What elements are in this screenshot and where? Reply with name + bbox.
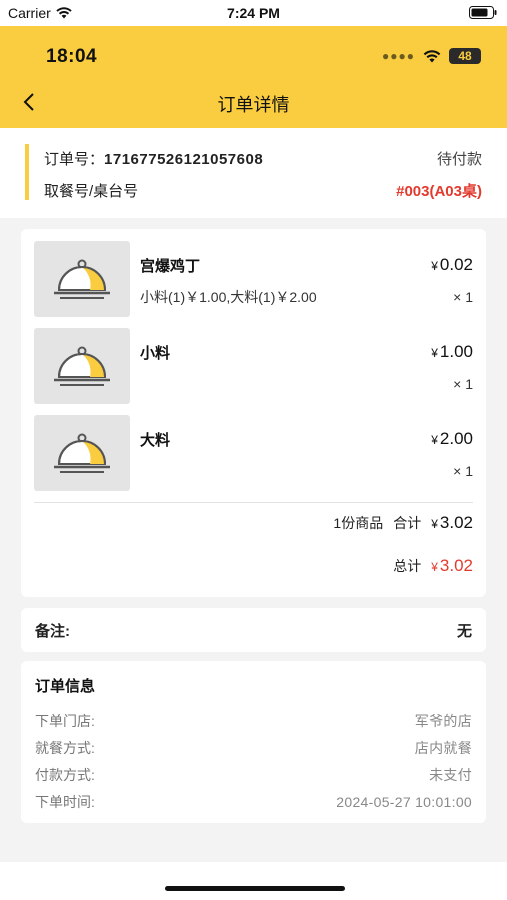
item-quantity: × 1 [453, 376, 473, 392]
food-cloche-icon [54, 433, 110, 473]
info-row-dining-mode: 就餐方式: 店内就餐 [35, 735, 472, 762]
home-indicator[interactable] [165, 886, 345, 891]
dish-thumbnail [34, 415, 130, 491]
subtotal-label: 合计 [393, 515, 422, 531]
info-row-order-time: 下单时间: 2024-05-27 10:01:00 [35, 789, 472, 816]
item-name: 大料 [140, 432, 171, 449]
total-label: 总计 [393, 558, 422, 574]
order-item: 宫爆鸡丁 小料(1)￥1.00,大料(1)￥2.00 ¥0.02 × 1 [34, 241, 473, 319]
item-name: 宫爆鸡丁 [140, 258, 201, 275]
item-options: 小料(1)￥1.00,大料(1)￥2.00 [140, 289, 317, 305]
bottom-bar [0, 862, 507, 900]
app-header: 18:04 ●●●● 48 订单详情 [0, 26, 507, 128]
remark-value: 无 [456, 622, 472, 640]
order-items-card: 宫爆鸡丁 小料(1)￥1.00,大料(1)￥2.00 ¥0.02 × 1 小料 … [21, 229, 486, 597]
inner-status-time: 18:04 [46, 46, 98, 67]
order-item: 小料 ¥1.00 × 1 [34, 328, 473, 406]
battery-icon [469, 6, 497, 22]
inner-status-icons: ●●●● 48 [382, 48, 481, 64]
divider [34, 502, 473, 503]
dish-thumbnail [34, 328, 130, 404]
info-value: 2024-05-27 10:01:00 [336, 794, 472, 810]
order-number-label: 订单号： [44, 151, 105, 168]
item-price: ¥0.02 [431, 255, 473, 274]
food-cloche-icon [54, 259, 110, 299]
item-price: ¥2.00 [431, 429, 473, 448]
table-number-value: #003(A03桌) [396, 183, 482, 200]
order-info-title: 订单信息 [35, 678, 96, 695]
subtotal-row: 1份商品 合计 ¥3.02 [333, 513, 473, 533]
table-number-label: 取餐号/桌台号 [44, 183, 139, 200]
info-label: 付款方式: [35, 767, 95, 783]
food-cloche-icon [54, 346, 110, 386]
page-title: 订单详情 [217, 95, 290, 115]
subtotal-value: ¥3.02 [431, 513, 473, 532]
system-time: 7:24 PM [227, 5, 280, 21]
order-info-card: 订单信息 下单门店: 军爷的店 就餐方式: 店内就餐 付款方式: 未支付 下单时… [21, 661, 486, 823]
total-row: 总计 ¥3.02 [393, 556, 473, 576]
remark-label: 备注: [35, 622, 70, 640]
order-item: 大料 ¥2.00 × 1 [34, 415, 473, 493]
order-number-value: 171677526121057608 [104, 151, 264, 168]
inner-battery-icon: 48 [449, 48, 481, 64]
wifi-icon [423, 49, 441, 62]
item-price: ¥1.00 [431, 342, 473, 361]
item-quantity: × 1 [453, 289, 473, 305]
info-label: 下单门店: [35, 713, 95, 729]
order-header: 订单号：171677526121057608 待付款 取餐号/桌台号 #003(… [0, 128, 507, 218]
item-count: 1份商品 [333, 515, 384, 531]
order-status: 待付款 [436, 151, 482, 168]
info-row-store: 下单门店: 军爷的店 [35, 708, 472, 735]
table-number-row: 取餐号/桌台号 #003(A03桌) [44, 180, 482, 201]
dish-thumbnail [34, 241, 130, 317]
info-value: 未支付 [429, 767, 472, 783]
accent-bar [25, 144, 29, 200]
signal-dots-icon: ●●●● [382, 49, 415, 63]
item-quantity: × 1 [453, 463, 473, 479]
total-value: ¥3.02 [431, 556, 473, 575]
info-row-payment: 付款方式: 未支付 [35, 762, 472, 789]
info-value: 店内就餐 [414, 740, 472, 756]
item-name: 小料 [140, 345, 171, 362]
info-label: 就餐方式: [35, 740, 95, 756]
remark-card: 备注: 无 [21, 608, 486, 652]
system-status-bar: Carrier 7:24 PM [0, 0, 507, 26]
order-number-row: 订单号：171677526121057608 待付款 [44, 148, 482, 169]
info-label: 下单时间: [35, 794, 95, 810]
info-value: 军爷的店 [414, 713, 472, 729]
